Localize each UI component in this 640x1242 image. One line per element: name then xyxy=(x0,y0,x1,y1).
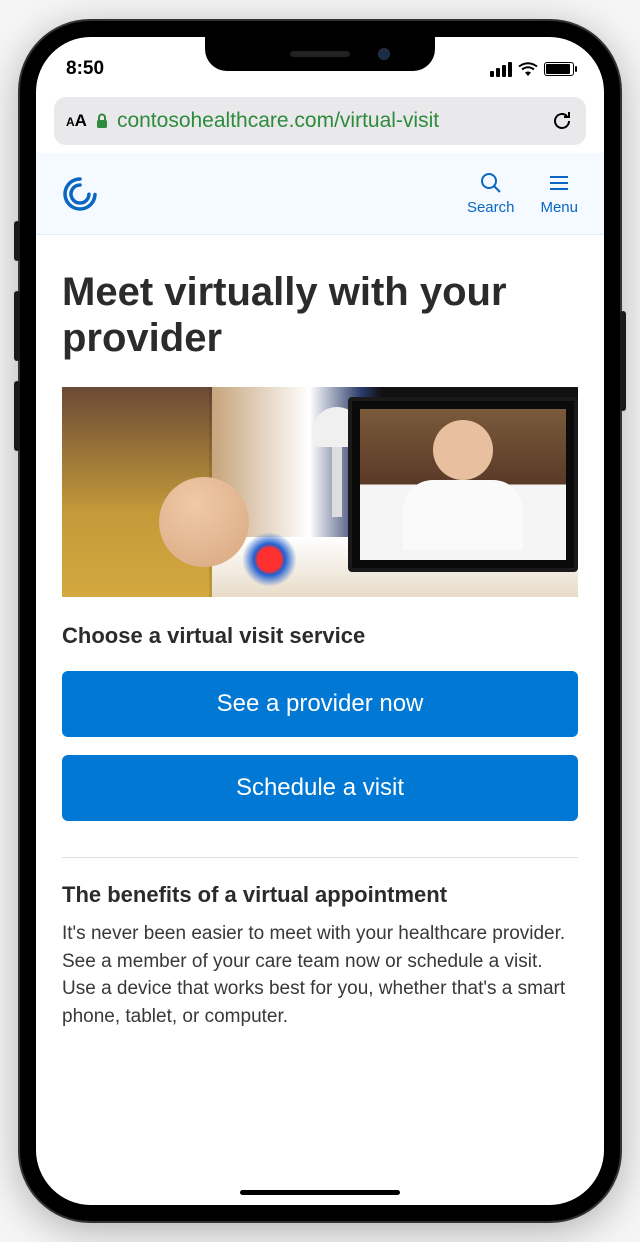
phone-notch xyxy=(205,37,435,71)
menu-label: Menu xyxy=(540,199,578,216)
lock-icon xyxy=(95,113,109,129)
site-header: Search Menu xyxy=(36,153,604,235)
choose-service-heading: Choose a virtual visit service xyxy=(62,623,578,649)
search-icon xyxy=(479,171,503,195)
status-time: 8:50 xyxy=(66,58,104,80)
browser-address-bar[interactable]: AA contosohealthcare.com/virtual-visit xyxy=(54,97,586,145)
cellular-signal-icon xyxy=(490,62,512,77)
page-content: Search Menu Meet virtually with your pro… xyxy=(36,145,604,1030)
schedule-visit-button[interactable]: Schedule a visit xyxy=(62,755,578,821)
phone-mute-switch xyxy=(14,221,20,261)
wifi-icon xyxy=(518,62,538,77)
reload-icon[interactable] xyxy=(550,109,574,133)
url-text: contosohealthcare.com/virtual-visit xyxy=(117,109,542,133)
page-title: Meet virtually with your provider xyxy=(62,269,578,361)
home-indicator[interactable] xyxy=(240,1190,400,1195)
phone-volume-down xyxy=(14,381,20,451)
logo-icon[interactable] xyxy=(62,176,98,212)
phone-volume-up xyxy=(14,291,20,361)
section-divider xyxy=(62,857,578,858)
benefits-heading: The benefits of a virtual appointment xyxy=(62,882,578,908)
phone-frame: 8:50 AA contosohealthcare.com/virtual-vi… xyxy=(20,21,620,1221)
hero-image xyxy=(62,387,578,597)
hamburger-icon xyxy=(547,171,571,195)
phone-power-button xyxy=(620,311,626,411)
benefits-body-text: It's never been easier to meet with your… xyxy=(62,920,578,1030)
phone-screen: 8:50 AA contosohealthcare.com/virtual-vi… xyxy=(36,37,604,1205)
see-provider-now-button[interactable]: See a provider now xyxy=(62,671,578,737)
menu-button[interactable]: Menu xyxy=(540,171,578,216)
battery-icon xyxy=(544,62,574,76)
text-size-button[interactable]: AA xyxy=(66,111,87,131)
search-button[interactable]: Search xyxy=(467,171,515,216)
search-label: Search xyxy=(467,199,515,216)
